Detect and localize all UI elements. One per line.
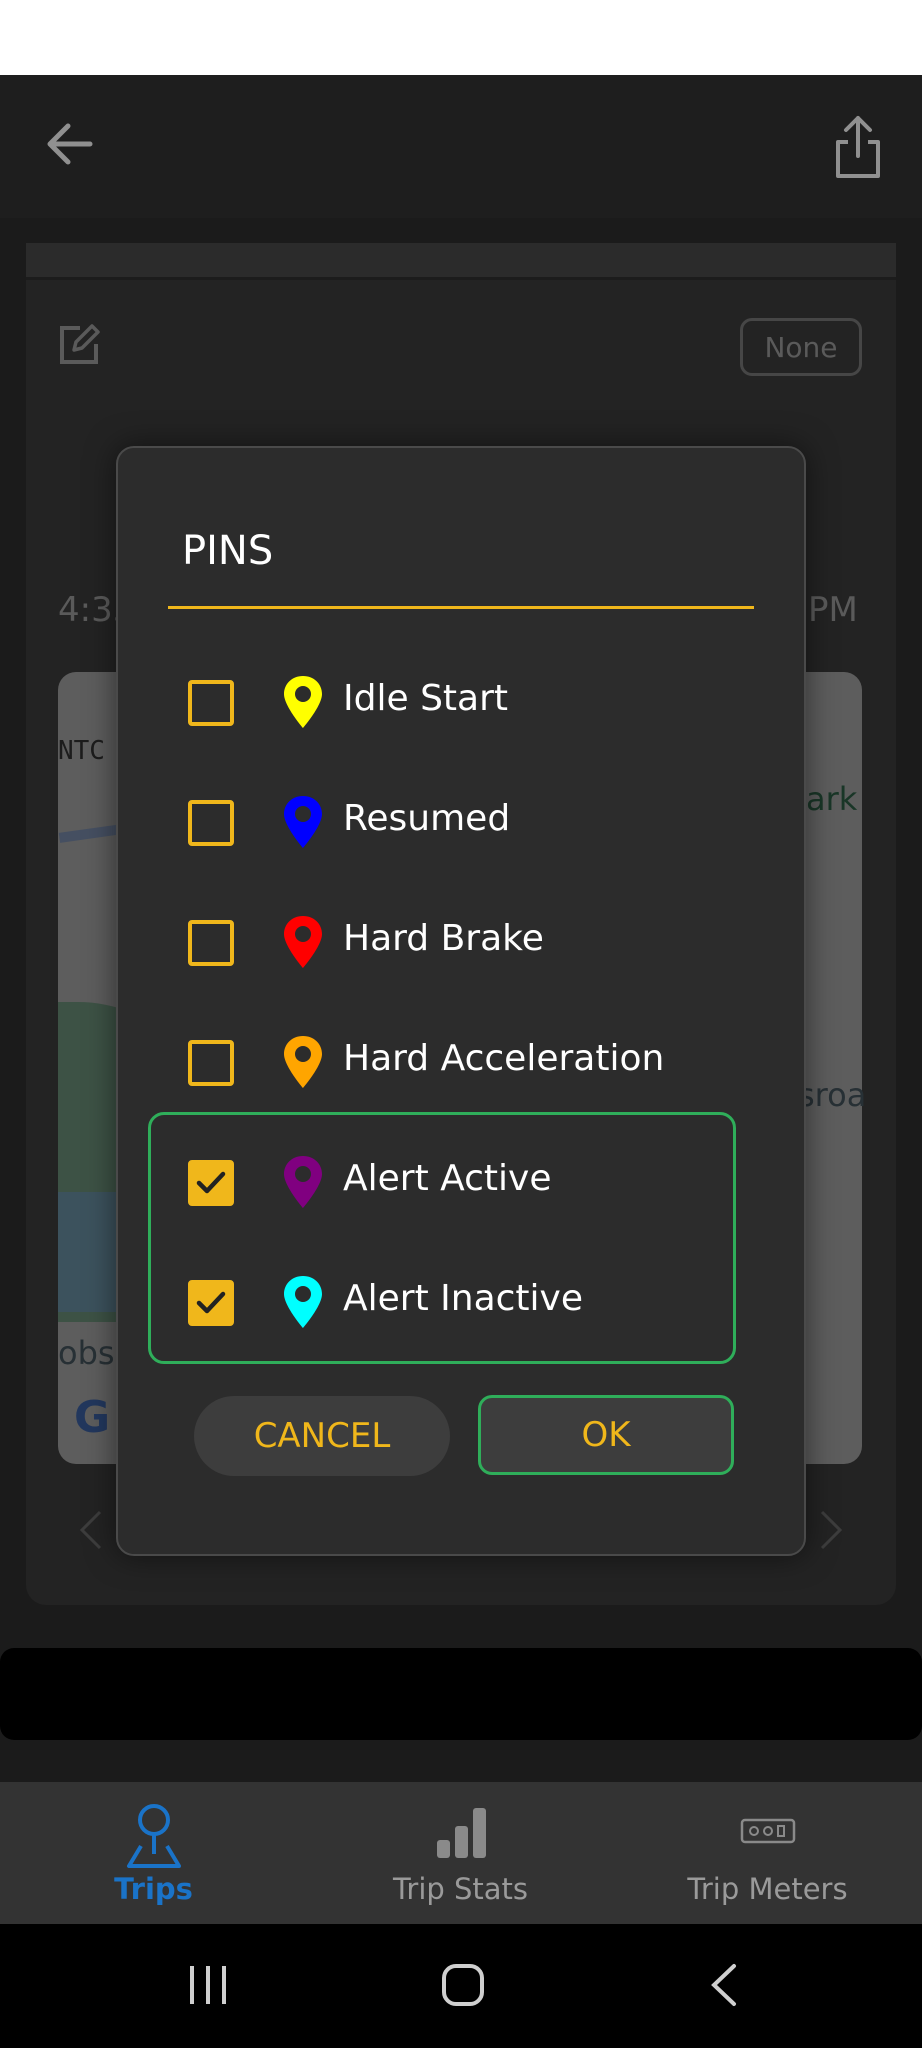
home-icon xyxy=(442,1964,484,2006)
map-pin-icon xyxy=(284,1156,322,1208)
tab-trips-label: Trips xyxy=(114,1872,193,1906)
odometer-icon xyxy=(740,1818,795,1844)
map-pin-icon xyxy=(284,796,322,848)
ad-banner xyxy=(0,1648,922,1740)
pin-option-alert-active[interactable]: Alert Active xyxy=(168,1132,754,1232)
pin-option-alert-inactive[interactable]: Alert Inactive xyxy=(168,1252,754,1352)
pin-option-label: Idle Start xyxy=(343,678,509,719)
map-pin-icon xyxy=(284,916,322,968)
pin-option-idle-start[interactable]: Idle Start xyxy=(168,652,754,752)
tab-trips[interactable]: Trips xyxy=(0,1782,307,1924)
title-divider xyxy=(168,606,754,609)
recents-button[interactable] xyxy=(186,1962,230,2008)
pin-option-label: Alert Active xyxy=(343,1158,552,1199)
system-back-button[interactable] xyxy=(706,1962,742,2008)
pin-option-hard-brake[interactable]: Hard Brake xyxy=(168,892,754,992)
tab-trip-stats[interactable]: Trip Stats xyxy=(307,1782,614,1924)
tab-trip-stats-label: Trip Stats xyxy=(392,1872,529,1906)
tab-trip-meters[interactable]: Trip Meters xyxy=(614,1782,921,1924)
pin-option-label: Hard Brake xyxy=(343,918,544,959)
ok-button[interactable]: OK xyxy=(478,1395,734,1475)
bar-chart-icon xyxy=(436,1808,486,1858)
checkmark-icon xyxy=(196,1291,226,1314)
recents-icon xyxy=(190,1966,226,2004)
map-pin-icon xyxy=(284,1036,322,1088)
checkbox-checked[interactable] xyxy=(188,1280,234,1326)
checkbox-checked[interactable] xyxy=(188,1160,234,1206)
checkbox[interactable] xyxy=(188,800,234,846)
pin-option-label: Hard Acceleration xyxy=(343,1038,665,1079)
checkbox[interactable] xyxy=(188,680,234,726)
trips-pin-icon xyxy=(126,1804,181,1868)
checkbox[interactable] xyxy=(188,920,234,966)
pin-option-label: Alert Inactive xyxy=(343,1278,583,1319)
map-pin-icon xyxy=(284,676,322,728)
map-pin-icon xyxy=(284,1276,322,1328)
checkbox[interactable] xyxy=(188,1040,234,1086)
dialog-title: PINS xyxy=(182,528,274,574)
home-button[interactable] xyxy=(440,1962,486,2008)
cancel-button[interactable]: CANCEL xyxy=(194,1396,450,1476)
status-bar xyxy=(0,0,922,75)
checkmark-icon xyxy=(196,1171,226,1194)
back-chevron-icon xyxy=(711,1964,736,2006)
pins-dialog xyxy=(116,446,806,1556)
pin-option-resumed[interactable]: Resumed xyxy=(168,772,754,872)
pin-option-label: Resumed xyxy=(343,798,511,839)
tab-trip-meters-label: Trip Meters xyxy=(687,1872,848,1906)
pin-option-hard-acceleration[interactable]: Hard Acceleration xyxy=(168,1012,754,1112)
